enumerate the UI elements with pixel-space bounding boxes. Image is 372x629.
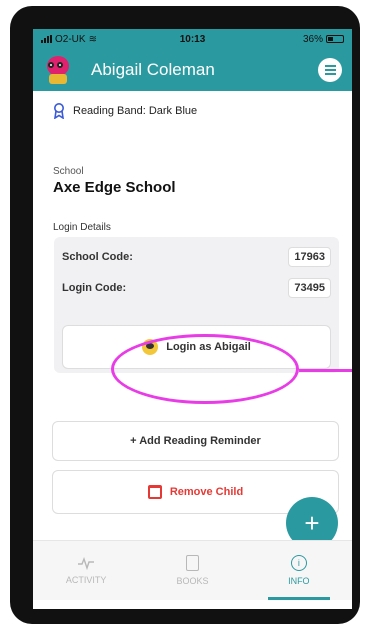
login-details-label: Login Details [53, 222, 111, 233]
phone-frame: O2-UK ≋ 10:13 36% Abigail Coleman Readin… [10, 6, 360, 624]
nav-item-books[interactable]: BOOKS [139, 541, 245, 600]
book-icon [185, 555, 199, 571]
remove-child-label: Remove Child [169, 486, 244, 498]
add-reminder-label: + Add Reading Reminder [130, 435, 261, 447]
highlight-pointer-line [299, 369, 352, 372]
avatar [43, 54, 75, 86]
school-code-value: 17963 [288, 247, 331, 267]
status-bar: O2-UK ≋ 10:13 36% [33, 29, 352, 49]
nav-item-info[interactable]: i INFO [246, 541, 352, 600]
status-time: 10:13 [179, 33, 206, 45]
school-code-row: School Code: 17963 [62, 246, 331, 268]
battery-percentage: 36% [302, 33, 323, 45]
menu-button[interactable] [318, 58, 342, 82]
carrier-label: O2-UK [55, 33, 86, 45]
app-screen: O2-UK ≋ 10:13 36% Abigail Coleman Readin… [33, 29, 352, 609]
ribbon-icon [54, 103, 64, 119]
login-code-value: 73495 [288, 278, 331, 298]
battery-icon [326, 35, 344, 43]
login-code-label: Login Code: [62, 282, 127, 294]
highlight-ellipse [111, 334, 299, 404]
activity-icon [78, 556, 95, 570]
wifi-icon: ≋ [88, 33, 97, 45]
nav-label-activity: ACTIVITY [65, 575, 107, 585]
reading-band-label: Reading Band: Dark Blue [73, 105, 198, 117]
trash-icon [147, 485, 162, 499]
nav-label-info: INFO [288, 576, 310, 586]
page-title: Abigail Coleman [91, 60, 215, 79]
add-reading-reminder-button[interactable]: + Add Reading Reminder [52, 421, 339, 461]
login-code-row: Login Code: 73495 [62, 277, 331, 299]
signal-icon [41, 35, 52, 43]
reading-band-row: Reading Band: Dark Blue [53, 103, 197, 119]
info-icon: i [290, 555, 307, 571]
school-label: School [53, 166, 84, 177]
app-header: Abigail Coleman [33, 49, 352, 91]
nav-label-books: BOOKS [176, 576, 209, 586]
school-code-label: School Code: [62, 251, 133, 263]
nav-item-activity[interactable]: ACTIVITY [33, 541, 139, 600]
school-name: Axe Edge School [53, 179, 176, 196]
bottom-navigation: ACTIVITY BOOKS i INFO [33, 540, 352, 600]
